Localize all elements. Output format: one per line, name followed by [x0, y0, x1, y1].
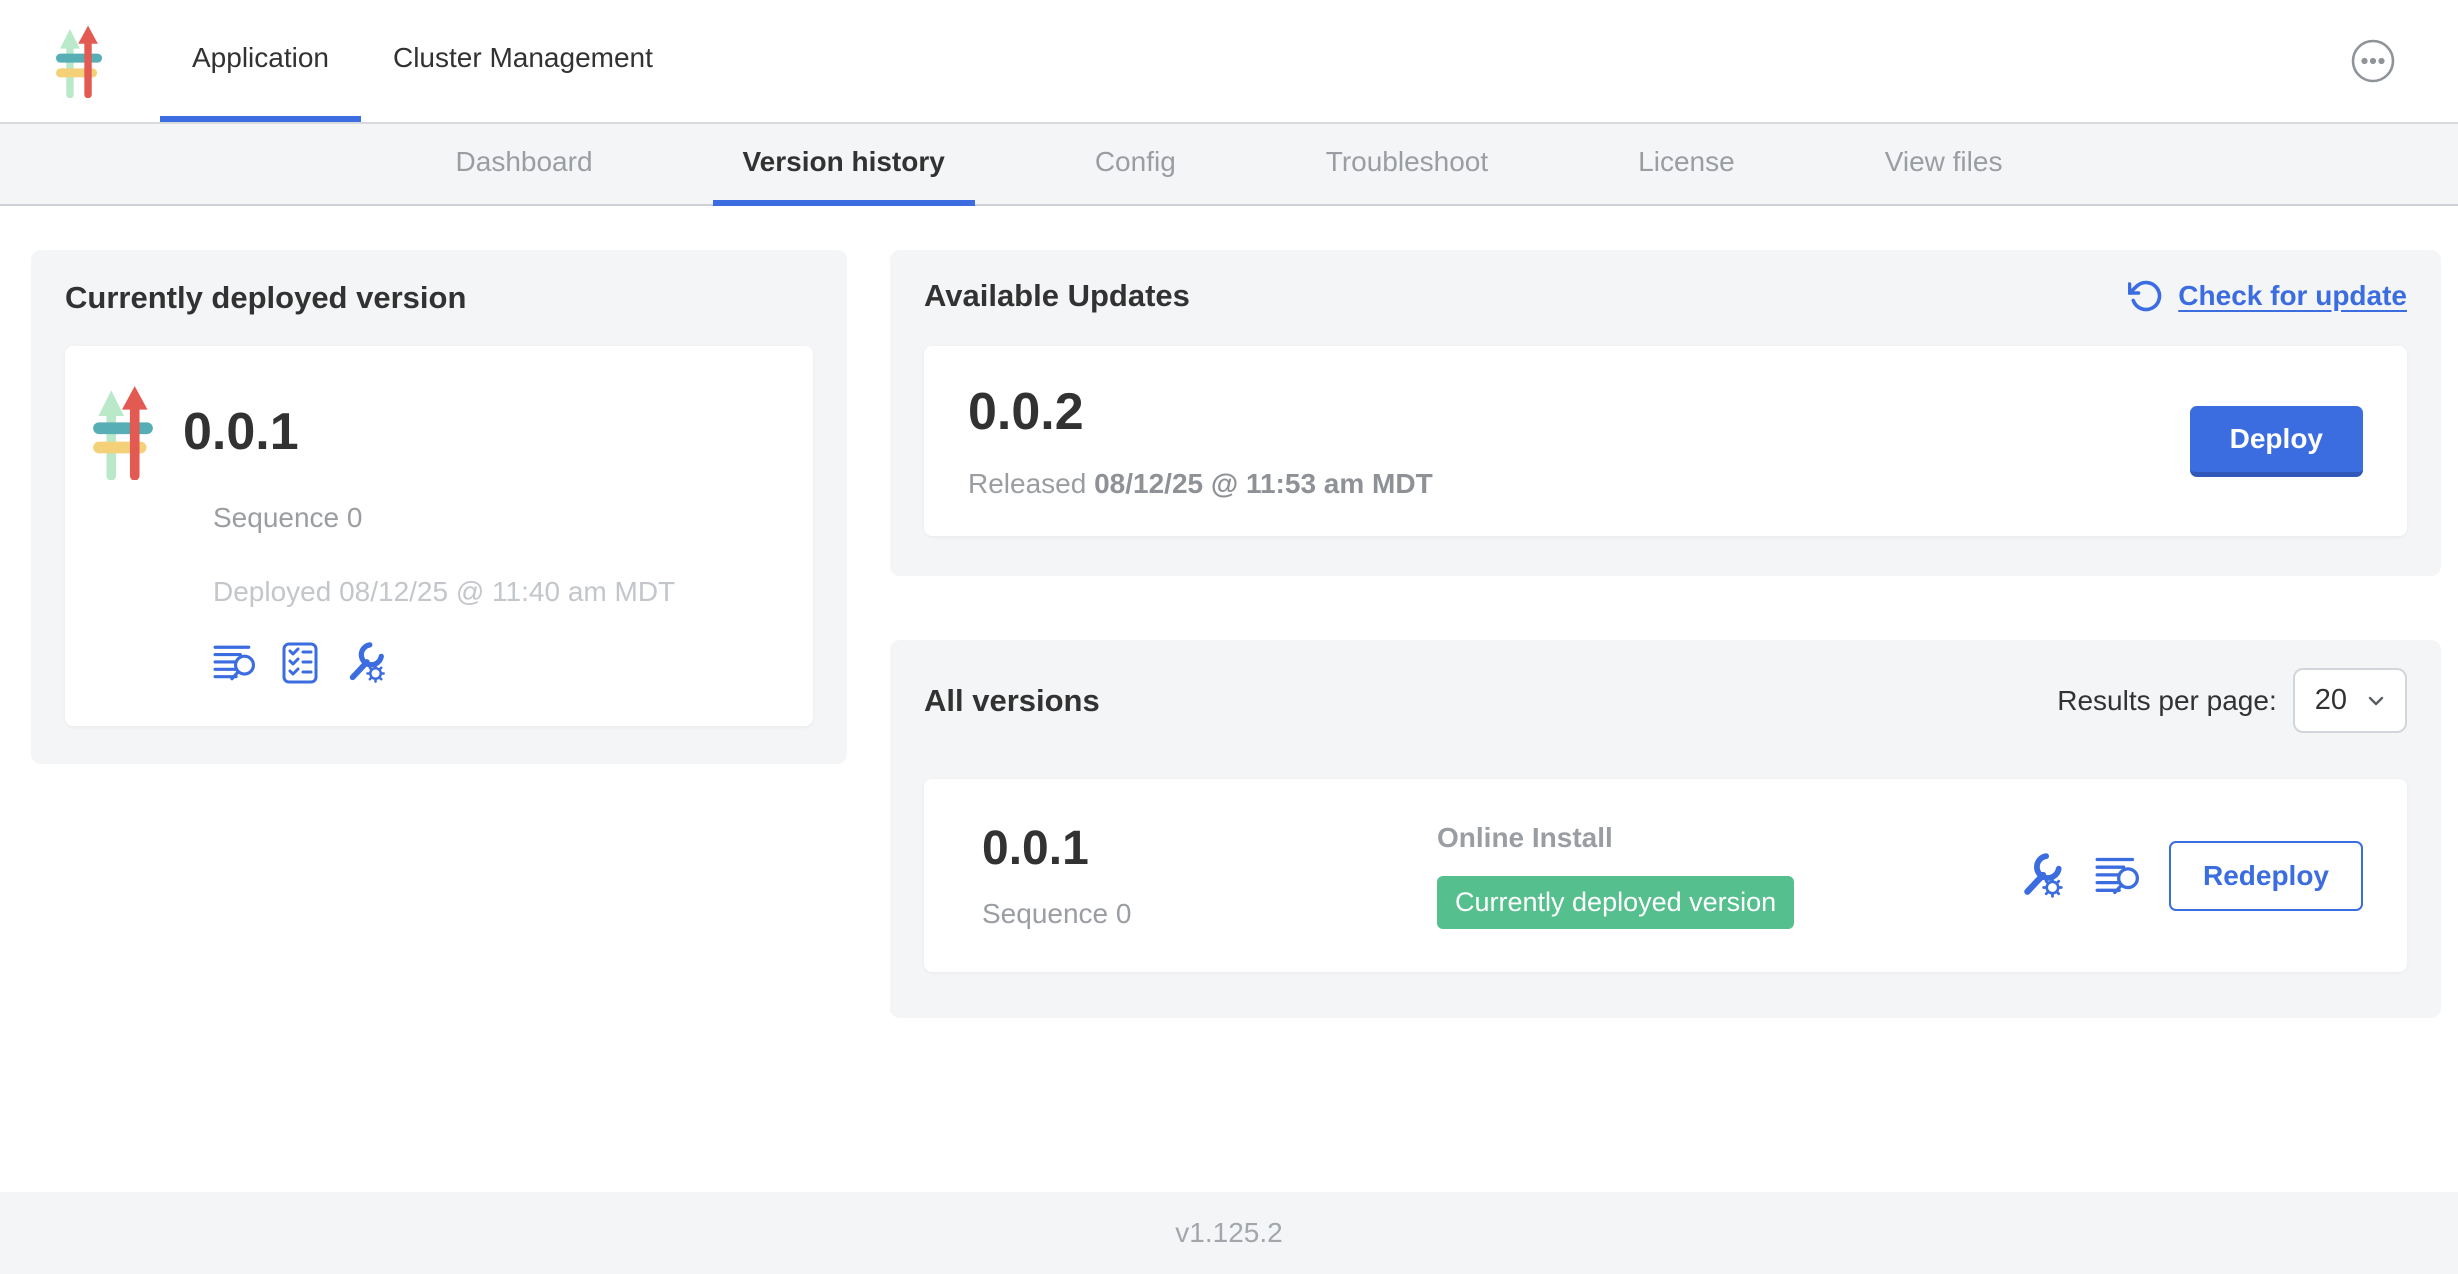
available-updates-panel: Available Updates Check for update 0.0.2… — [890, 250, 2441, 576]
app-logo-icon — [56, 24, 102, 98]
available-updates-title: Available Updates — [924, 278, 1190, 314]
subnav-tab-version-history[interactable]: Version history — [713, 124, 975, 206]
subnav-tab-dashboard[interactable]: Dashboard — [426, 124, 623, 206]
results-per-page-label: Results per page: — [2057, 685, 2276, 717]
row-sequence: Sequence 0 — [982, 898, 1437, 930]
check-for-update-label: Check for update — [2178, 280, 2407, 312]
released-timestamp: 08/12/25 @ 11:53 am MDT — [1094, 468, 1433, 499]
update-released-line: Released 08/12/25 @ 11:53 am MDT — [968, 468, 1433, 500]
ellipsis-menu-icon[interactable] — [2350, 38, 2396, 84]
tab-application-label: Application — [192, 42, 329, 74]
subnav-tab-license-label: License — [1638, 146, 1735, 178]
app-logo — [56, 0, 102, 122]
subnav-tab-view-files[interactable]: View files — [1855, 124, 2033, 206]
check-for-update-link[interactable]: Check for update — [2128, 278, 2407, 314]
redeploy-button[interactable]: Redeploy — [2169, 841, 2363, 911]
version-row: 0.0.1 Sequence 0 Online Install Currentl… — [924, 779, 2407, 972]
config-wrench-icon[interactable] — [345, 642, 387, 684]
results-per-page-value: 20 — [2315, 684, 2347, 717]
results-per-page-select[interactable]: 20 — [2293, 668, 2407, 733]
currently-deployed-title: Currently deployed version — [65, 280, 813, 316]
deployed-timestamp: Deployed 08/12/25 @ 11:40 am MDT — [213, 576, 783, 608]
top-header: Application Cluster Management — [0, 0, 2458, 124]
preflight-checklist-icon[interactable] — [279, 642, 321, 684]
refresh-icon — [2128, 278, 2164, 314]
row-install-type: Online Install — [1437, 822, 1613, 854]
subnav-tab-config-label: Config — [1095, 146, 1176, 178]
subnav-tab-license[interactable]: License — [1608, 124, 1765, 206]
released-label: Released — [968, 468, 1086, 499]
app-footer: v1.125.2 — [0, 1192, 2458, 1274]
deploy-button[interactable]: Deploy — [2190, 406, 2363, 477]
status-badge: Currently deployed version — [1437, 876, 1794, 929]
subnav-tab-view-files-label: View files — [1885, 146, 2003, 178]
deployed-version-number: 0.0.1 — [183, 402, 299, 462]
chevron-down-icon — [2365, 690, 2387, 712]
row-version-number: 0.0.1 — [982, 821, 1437, 876]
app-subnav: Dashboard Version history Config Trouble… — [0, 124, 2458, 206]
tab-cluster-management[interactable]: Cluster Management — [361, 0, 685, 122]
all-versions-title: All versions — [924, 683, 1100, 719]
app-page: Application Cluster Management Dashboard… — [0, 0, 2458, 1274]
main-content: Currently deployed version 0.0.1 Sequenc… — [0, 206, 2458, 1192]
app-logo-icon — [93, 384, 153, 480]
subnav-tab-troubleshoot[interactable]: Troubleshoot — [1296, 124, 1518, 206]
subnav-tab-dashboard-label: Dashboard — [456, 146, 593, 178]
all-versions-panel: All versions Results per page: 20 0.0 — [890, 640, 2441, 1018]
subnav-tab-config[interactable]: Config — [1065, 124, 1206, 206]
tab-application[interactable]: Application — [160, 0, 361, 122]
currently-deployed-panel: Currently deployed version 0.0.1 Sequenc… — [31, 250, 847, 764]
update-version-number: 0.0.2 — [968, 382, 1433, 442]
diff-lines-search-icon[interactable] — [2095, 854, 2139, 898]
deployed-version-card: 0.0.1 Sequence 0 Deployed 08/12/25 @ 11:… — [65, 346, 813, 726]
config-wrench-icon[interactable] — [2019, 853, 2065, 899]
diff-lines-search-icon[interactable] — [213, 642, 255, 684]
subnav-tab-version-history-label: Version history — [743, 146, 945, 178]
deployed-sequence: Sequence 0 — [213, 502, 783, 534]
subnav-tab-troubleshoot-label: Troubleshoot — [1326, 146, 1488, 178]
available-update-card: 0.0.2 Released 08/12/25 @ 11:53 am MDT D… — [924, 346, 2407, 536]
console-version: v1.125.2 — [1175, 1217, 1282, 1249]
tab-cluster-management-label: Cluster Management — [393, 42, 653, 74]
